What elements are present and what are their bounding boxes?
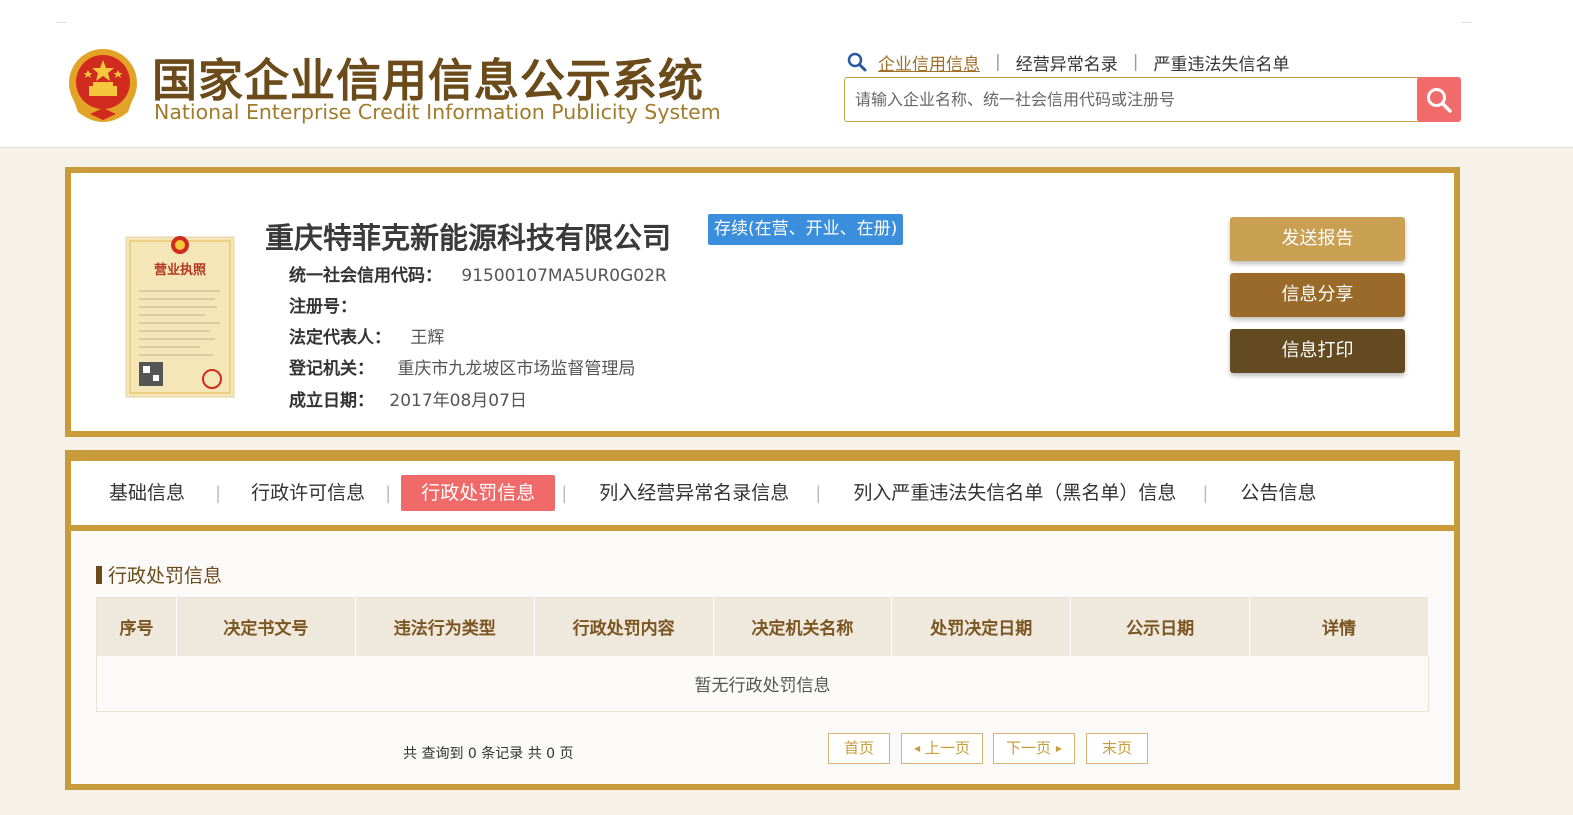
info-value: 王辉 <box>410 328 445 348</box>
tab-basic-info[interactable]: 基础信息 <box>89 475 205 511</box>
tab-separator: | <box>215 482 222 504</box>
info-label: 法定代表人： <box>289 328 391 348</box>
main-panel: 基础信息 | 行政许可信息 | 行政处罚信息 | 列入经营异常名录信息 | 列入… <box>65 450 1460 790</box>
column-header: 详情 <box>1249 597 1429 656</box>
section-title: 行政处罚信息 <box>96 561 222 588</box>
info-credit-code: 统一社会信用代码： 91500107MA5UR0G02R <box>289 261 667 286</box>
section-title-text: 行政处罚信息 <box>108 565 223 587</box>
nav-separator: | <box>995 52 1001 72</box>
tab-admin-license[interactable]: 行政许可信息 <box>231 475 385 511</box>
search-button[interactable] <box>1417 77 1461 122</box>
send-report-button[interactable]: 发送报告 <box>1230 217 1405 261</box>
next-page-button[interactable]: 下一页 ▶ <box>993 733 1075 764</box>
business-license-image: 营业执照 <box>125 236 235 398</box>
tab-blacklist[interactable]: 列入严重违法失信名单（黑名单）信息 <box>833 475 1196 511</box>
info-label: 成立日期： <box>289 391 374 411</box>
caret-right-icon: ▶ <box>1055 744 1062 753</box>
info-label: 注册号： <box>289 297 357 317</box>
column-header: 行政处罚内容 <box>534 597 714 656</box>
info-label: 登记机关： <box>289 359 374 379</box>
prev-page-button[interactable]: ◀ 上一页 <box>901 733 983 764</box>
top-nav: 企业信用信息 | 经营异常名录 | 严重违法失信名单 <box>846 50 1289 75</box>
status-badge: 存续(在营、开业、在册) <box>708 214 904 245</box>
share-info-button[interactable]: 信息分享 <box>1230 273 1405 317</box>
column-header: 决定书文号 <box>176 597 356 656</box>
empty-message: 暂无行政处罚信息 <box>96 655 1429 712</box>
column-header: 处罚决定日期 <box>891 597 1072 656</box>
tab-bar: 基础信息 | 行政许可信息 | 行政处罚信息 | 列入经营异常名录信息 | 列入… <box>71 461 1454 525</box>
site-header: 国家企业信用信息公示系统 National Enterprise Credit … <box>0 0 1573 148</box>
tab-announcements[interactable]: 公告信息 <box>1220 475 1336 511</box>
site-title-en: National Enterprise Credit Information P… <box>154 100 721 124</box>
company-name: 重庆特菲克新能源科技有限公司 <box>265 221 672 255</box>
info-authority: 登记机关： 重庆市九龙坡区市场监督管理局 <box>289 354 635 379</box>
license-title: 营业执照 <box>154 262 206 278</box>
info-legal-rep: 法定代表人： 王辉 <box>289 323 444 348</box>
divider <box>56 22 66 23</box>
search-bar <box>844 77 1461 122</box>
last-page-button[interactable]: 末页 <box>1086 733 1148 764</box>
national-emblem-icon <box>69 49 137 122</box>
nav-link-blacklist[interactable]: 严重违法失信名单 <box>1153 50 1289 75</box>
caret-left-icon: ◀ <box>914 744 921 753</box>
column-header: 序号 <box>96 597 177 656</box>
divider <box>1462 22 1472 23</box>
info-value: 重庆市九龙坡区市场监督管理局 <box>397 359 636 379</box>
section-marker <box>96 565 102 584</box>
search-icon <box>1427 87 1452 113</box>
tab-separator: | <box>561 482 568 504</box>
prev-page-label: 上一页 <box>924 739 970 757</box>
next-page-label: 下一页 <box>1006 739 1052 757</box>
tab-admin-penalty[interactable]: 行政处罚信息 <box>401 475 556 511</box>
search-input[interactable] <box>845 78 1415 121</box>
info-established: 成立日期： 2017年08月07日 <box>289 386 527 411</box>
company-card: 营业执照 重庆特菲克新能源科技有限公司 存续(在营、开业、在册) 统一社会信用代… <box>65 167 1460 437</box>
tab-abnormal-list[interactable]: 列入经营异常名录信息 <box>579 475 809 511</box>
table-header-row: 序号 决定书文号 违法行为类型 行政处罚内容 决定机关名称 处罚决定日期 公示日… <box>96 597 1429 656</box>
tab-separator: | <box>815 482 822 504</box>
info-value: 91500107MA5UR0G02R <box>461 266 667 286</box>
pagination-summary: 共 查询到 0 条记录 共 0 页 <box>403 746 574 762</box>
table-row: 暂无行政处罚信息 <box>96 655 1429 712</box>
column-header: 违法行为类型 <box>355 597 535 656</box>
tab-separator: | <box>385 482 392 504</box>
info-value: 2017年08月07日 <box>389 391 527 411</box>
print-info-button[interactable]: 信息打印 <box>1230 329 1405 373</box>
penalty-table: 序号 决定书文号 违法行为类型 行政处罚内容 决定机关名称 处罚决定日期 公示日… <box>96 597 1429 712</box>
nav-separator: | <box>1132 52 1139 72</box>
info-label: 统一社会信用代码： <box>289 266 442 286</box>
column-header: 决定机关名称 <box>713 597 893 656</box>
column-header: 公示日期 <box>1070 597 1251 656</box>
nav-link-abnormal-list[interactable]: 经营异常名录 <box>1016 50 1118 75</box>
penalty-section: 行政处罚信息 序号 决定书文号 违法行为类型 行政处罚内容 决定机关名称 处罚决… <box>71 531 1454 784</box>
tab-separator: | <box>1202 482 1209 504</box>
search-icon <box>847 52 867 72</box>
info-reg-no: 注册号： <box>289 292 357 317</box>
first-page-button[interactable]: 首页 <box>828 733 890 764</box>
nav-link-enterprise-credit[interactable]: 企业信用信息 <box>878 50 980 75</box>
